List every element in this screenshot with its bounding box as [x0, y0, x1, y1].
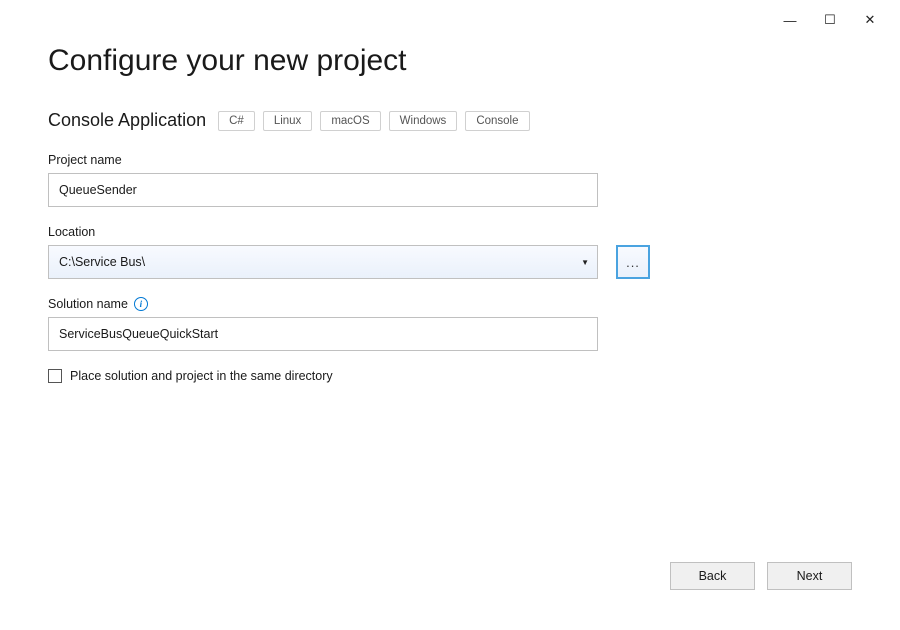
- project-name-input[interactable]: [48, 173, 598, 207]
- solution-name-field: Solution name i: [48, 297, 852, 351]
- minimize-button[interactable]: —: [770, 6, 810, 34]
- tag-csharp: C#: [218, 111, 255, 131]
- close-button[interactable]: ✕: [850, 6, 890, 34]
- next-button[interactable]: Next: [767, 562, 852, 590]
- minimize-icon: —: [784, 13, 797, 28]
- location-field: Location C:\Service Bus\ ▼ ...: [48, 225, 852, 279]
- solution-name-label: Solution name i: [48, 297, 852, 311]
- page-title: Configure your new project: [48, 44, 852, 78]
- back-button[interactable]: Back: [670, 562, 755, 590]
- location-label: Location: [48, 225, 852, 239]
- browse-button[interactable]: ...: [616, 245, 650, 279]
- solution-name-input[interactable]: [48, 317, 598, 351]
- tag-windows: Windows: [389, 111, 458, 131]
- tag-list: C# Linux macOS Windows Console: [218, 111, 529, 131]
- tag-macos: macOS: [320, 111, 380, 131]
- maximize-icon: ☐: [824, 12, 836, 28]
- same-directory-row: Place solution and project in the same d…: [48, 369, 852, 383]
- same-directory-checkbox[interactable]: [48, 369, 62, 383]
- ellipsis-icon: ...: [626, 255, 640, 270]
- footer-buttons: Back Next: [670, 562, 852, 590]
- content-area: Configure your new project Console Appli…: [0, 0, 900, 383]
- location-value: C:\Service Bus\: [59, 255, 581, 269]
- chevron-down-icon: ▼: [581, 258, 589, 267]
- location-combobox[interactable]: C:\Service Bus\ ▼: [48, 245, 598, 279]
- maximize-button[interactable]: ☐: [810, 6, 850, 34]
- template-subtitle: Console Application: [48, 110, 206, 131]
- close-icon: ✕: [865, 12, 876, 28]
- tag-linux: Linux: [263, 111, 313, 131]
- location-row: C:\Service Bus\ ▼ ...: [48, 245, 852, 279]
- project-name-field: Project name: [48, 153, 852, 207]
- solution-name-label-text: Solution name: [48, 297, 128, 311]
- info-icon[interactable]: i: [134, 297, 148, 311]
- subtitle-row: Console Application C# Linux macOS Windo…: [48, 110, 852, 131]
- tag-console: Console: [465, 111, 529, 131]
- same-directory-label: Place solution and project in the same d…: [70, 369, 333, 383]
- window-titlebar: — ☐ ✕: [770, 0, 900, 34]
- project-name-label: Project name: [48, 153, 852, 167]
